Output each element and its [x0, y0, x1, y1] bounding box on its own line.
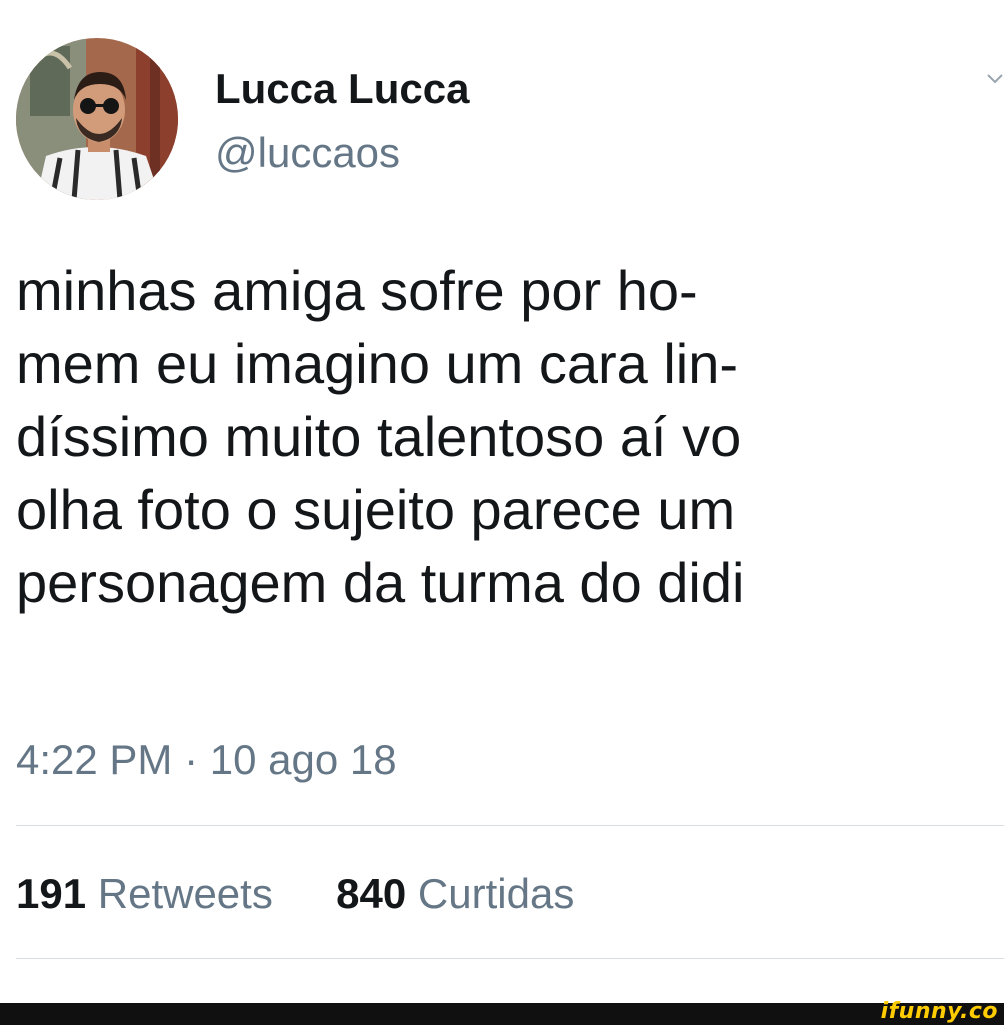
- retweets-count: 191: [16, 870, 87, 917]
- retweets-stat[interactable]: 191 Retweets: [16, 870, 285, 917]
- divider: [16, 825, 1004, 826]
- tweet-text-line: olha foto o sujeito parece um: [16, 478, 736, 541]
- tweet-stats: 191 Retweets 840 Curtidas: [16, 868, 574, 920]
- profile-photo-icon: [16, 38, 178, 200]
- display-name[interactable]: Lucca Lucca: [215, 64, 469, 114]
- likes-stat[interactable]: 840 Curtidas: [336, 870, 574, 917]
- avatar[interactable]: [16, 38, 178, 200]
- tweet-text-line: mem eu imagino um cara lin-: [16, 332, 739, 395]
- watermark-bar: [0, 1003, 1004, 1025]
- likes-label: Curtidas: [417, 870, 575, 917]
- divider: [16, 958, 1004, 959]
- user-handle[interactable]: @luccaos: [215, 128, 400, 178]
- tweet-text-line: personagem da turma do didi: [16, 551, 745, 614]
- tweet-text-line: minhas amiga sofre por ho-: [16, 259, 698, 322]
- tweet-text: minhas amiga sofre por ho- mem eu imagin…: [16, 254, 991, 619]
- chevron-down-icon[interactable]: [986, 70, 1004, 88]
- likes-count: 840: [336, 870, 407, 917]
- tweet-text-line: díssimo muito talentoso aí vo: [16, 405, 742, 468]
- tweet-timestamp[interactable]: 4:22 PM · 10 ago 18: [16, 734, 397, 786]
- ifunny-watermark: ifunny.co: [880, 999, 998, 1024]
- retweets-label: Retweets: [97, 870, 273, 917]
